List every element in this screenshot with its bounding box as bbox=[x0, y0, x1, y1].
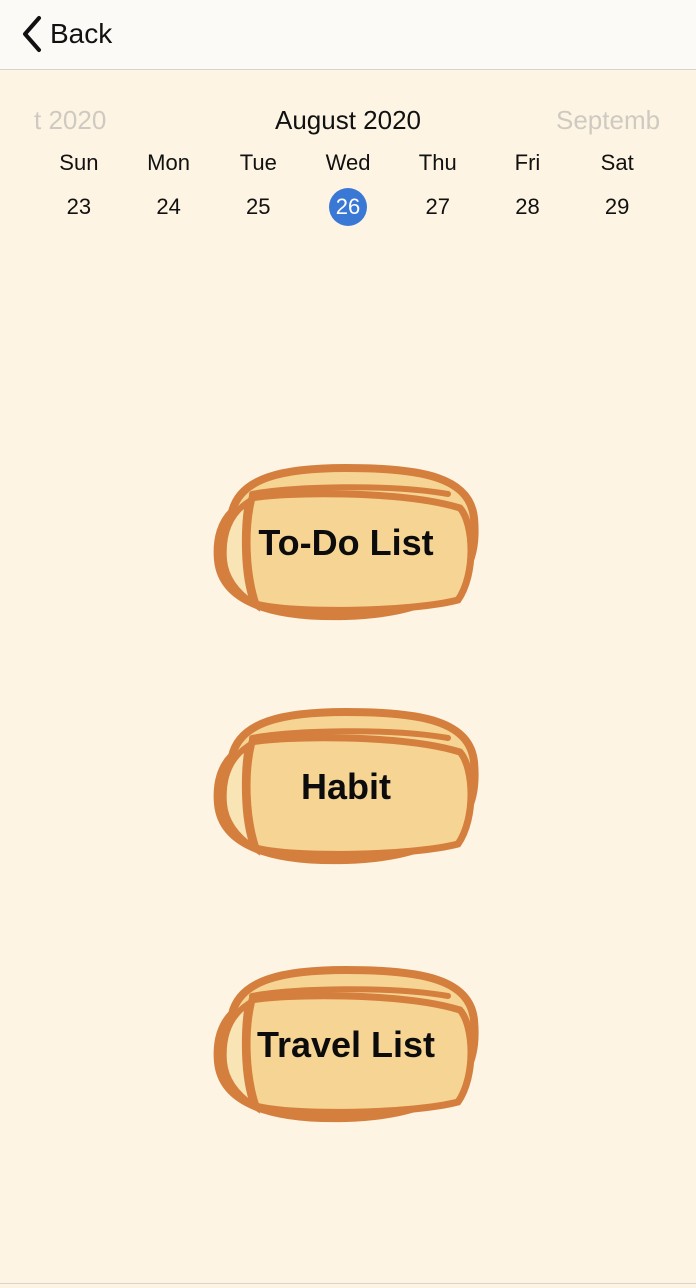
selected-date-number: 26 bbox=[329, 188, 368, 226]
date-number: 24 bbox=[156, 194, 181, 219]
date-number: 27 bbox=[425, 194, 450, 219]
previous-month-label: t 2020 bbox=[34, 105, 107, 135]
weekday-label: Sun bbox=[59, 150, 99, 175]
chevron-left-icon bbox=[23, 16, 41, 52]
date-cell[interactable]: 29 bbox=[572, 188, 662, 226]
weekday-label: Wed bbox=[325, 150, 371, 175]
next-month[interactable]: Septemb bbox=[556, 100, 664, 140]
todo-list-button[interactable]: To-Do List bbox=[212, 464, 480, 622]
date-cell[interactable]: 24 bbox=[124, 188, 214, 226]
travel-list-button[interactable]: Travel List bbox=[212, 966, 480, 1124]
date-number: 23 bbox=[66, 194, 92, 219]
weekday-header-row: Sun Mon Tue Wed Thu Fri Sat bbox=[34, 146, 662, 180]
date-number: 29 bbox=[604, 194, 630, 219]
back-button[interactable]: Back bbox=[20, 12, 112, 56]
previous-month[interactable]: t 2020 bbox=[34, 100, 116, 140]
habit-button[interactable]: Habit bbox=[212, 708, 480, 866]
date-cell[interactable]: 23 bbox=[34, 188, 124, 226]
travel-list-label: Travel List bbox=[256, 1024, 436, 1065]
habit-label: Habit bbox=[301, 766, 391, 807]
weekday-label: Sat bbox=[600, 150, 634, 175]
date-cell[interactable]: 28 bbox=[483, 188, 573, 226]
weekday-label: Tue bbox=[239, 150, 277, 175]
month-selector: t 2020 August 2020 Septemb bbox=[0, 100, 696, 140]
date-cell-selected[interactable]: 26 bbox=[303, 188, 393, 226]
bottom-divider bbox=[0, 1283, 696, 1284]
week-dates-row: 23 24 25 26 27 28 29 bbox=[34, 188, 662, 226]
weekday-label: Mon bbox=[147, 150, 190, 175]
weekday-label: Fri bbox=[514, 150, 541, 175]
todo-list-label: To-Do List bbox=[258, 522, 434, 563]
date-number: 25 bbox=[246, 194, 271, 219]
date-number: 28 bbox=[515, 194, 540, 219]
back-label: Back bbox=[50, 18, 113, 49]
navigation-bar: Back bbox=[0, 0, 696, 70]
date-cell[interactable]: 25 bbox=[213, 188, 303, 226]
weekday-label: Thu bbox=[418, 150, 457, 175]
screen: Back t 2020 August 2020 Septemb Sun Mon … bbox=[0, 0, 696, 1288]
date-cell[interactable]: 27 bbox=[393, 188, 483, 226]
